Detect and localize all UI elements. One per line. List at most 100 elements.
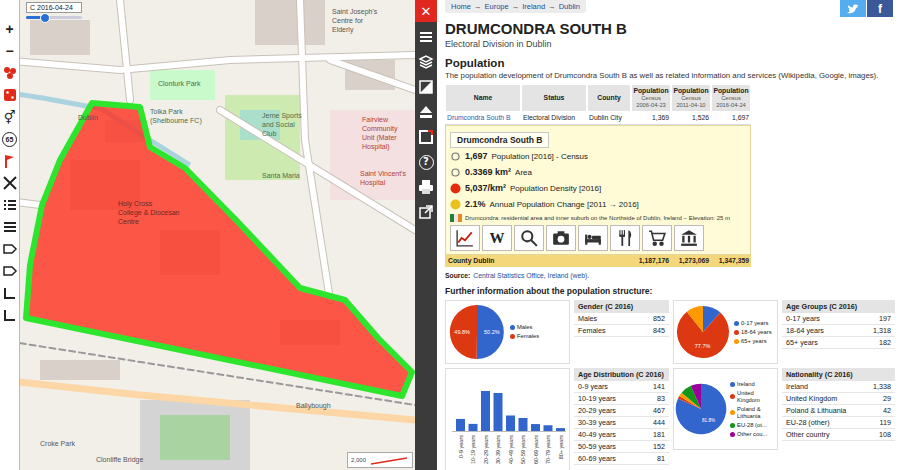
bar[interactable] bbox=[556, 428, 565, 431]
side-tool-button[interactable] bbox=[415, 202, 437, 222]
time-slider[interactable]: C 2016-04-24 bbox=[26, 2, 82, 19]
bar-label: 70-79 years bbox=[545, 435, 551, 464]
bar[interactable] bbox=[469, 424, 478, 431]
map-tool-button[interactable] bbox=[1, 174, 19, 192]
column-header[interactable]: Status bbox=[521, 84, 587, 112]
map-tool-button[interactable] bbox=[1, 306, 19, 324]
pie-slice[interactable] bbox=[687, 306, 703, 332]
service-button[interactable] bbox=[578, 225, 608, 251]
slider-knob[interactable] bbox=[40, 13, 50, 23]
bar-label: 60-69 years bbox=[533, 435, 539, 464]
bar[interactable] bbox=[506, 415, 515, 431]
column-header[interactable]: Name bbox=[445, 84, 521, 112]
row-value: 845 bbox=[653, 325, 665, 336]
map-tool-button[interactable] bbox=[1, 218, 19, 236]
x-axis bbox=[452, 431, 566, 432]
breadcrumb-link[interactable]: Dublin bbox=[559, 2, 580, 11]
column-header[interactable]: County bbox=[587, 84, 631, 112]
column-header[interactable]: PopulationCensus2016-04-24 bbox=[711, 84, 751, 112]
map-tool-button[interactable] bbox=[1, 240, 19, 258]
row-label: 18-64 years bbox=[786, 325, 824, 336]
county-row[interactable]: County Dublin1,187,1761,273,0691,347,359 bbox=[445, 255, 751, 267]
column-header-text: Census bbox=[721, 95, 741, 102]
column-header[interactable]: PopulationCensus2011-04-10 bbox=[671, 84, 711, 112]
detail-card: Drumcondra South B1,697Population [2016]… bbox=[445, 125, 751, 255]
social-buttons: f bbox=[840, 0, 893, 17]
side-tool-button[interactable] bbox=[415, 102, 437, 122]
map-tool-button[interactable]: + bbox=[1, 20, 19, 38]
table-cell: 1,697 bbox=[711, 112, 751, 125]
grid-icon bbox=[2, 87, 18, 103]
age-groups-table: Age Groups (C 2016)0-17 years19718-64 ye… bbox=[782, 300, 895, 349]
service-button[interactable] bbox=[450, 225, 480, 251]
bar[interactable] bbox=[544, 425, 553, 431]
map-label: Saint Joseph'sCentre forElderly bbox=[332, 8, 378, 34]
side-tool-button[interactable] bbox=[415, 27, 437, 47]
map[interactable]: Saint Joseph'sCentre forElderlyClonturk … bbox=[0, 0, 415, 470]
side-tool-button[interactable] bbox=[415, 127, 437, 147]
side-tool-button[interactable] bbox=[415, 177, 437, 197]
row-label: 40-49 years bbox=[578, 429, 616, 440]
map-canvas[interactable]: Saint Joseph'sCentre forElderlyClonturk … bbox=[0, 0, 415, 470]
map-label: Ballybough bbox=[296, 402, 331, 410]
side-tool-button[interactable]: ✕ bbox=[415, 0, 437, 22]
breadcrumb-link[interactable]: Home bbox=[451, 2, 471, 11]
time-label: C 2016-04-24 bbox=[26, 2, 82, 13]
map-tool-button[interactable] bbox=[1, 284, 19, 302]
map-tool-button[interactable] bbox=[1, 64, 19, 82]
bar[interactable] bbox=[519, 418, 528, 431]
map-tool-button[interactable] bbox=[1, 86, 19, 104]
service-button[interactable]: W bbox=[482, 225, 512, 251]
map-tool-button[interactable]: ⚥ bbox=[1, 108, 19, 126]
column-header[interactable]: PopulationCensus2006-04-23 bbox=[631, 84, 671, 112]
twitter-button[interactable] bbox=[840, 0, 866, 17]
table-row[interactable]: Drumcondra South BElectoral DivisionDubl… bbox=[445, 112, 751, 125]
column-header-text: Census bbox=[641, 95, 661, 102]
column-header-text: Census bbox=[681, 95, 701, 102]
map-tool-button[interactable]: − bbox=[1, 42, 19, 60]
service-button[interactable] bbox=[642, 225, 672, 251]
row-value: 197 bbox=[879, 313, 891, 324]
service-button[interactable] bbox=[514, 225, 544, 251]
tag-icon bbox=[2, 241, 18, 257]
row-label: 10-19 years bbox=[578, 393, 616, 404]
breadcrumb-link[interactable]: Europe bbox=[485, 2, 509, 11]
slider-track[interactable] bbox=[26, 16, 82, 19]
facebook-button[interactable]: f bbox=[867, 0, 893, 17]
row-label: 30-39 years bbox=[578, 417, 616, 428]
side-tool-button[interactable] bbox=[415, 77, 437, 97]
service-button[interactable] bbox=[546, 225, 576, 251]
county-value: 1,273,069 bbox=[671, 255, 711, 267]
legend-text: Ireland bbox=[737, 381, 755, 388]
source-link[interactable]: Central Statistics Office, Ireland (web)… bbox=[473, 272, 589, 279]
breadcrumb-separator: → bbox=[474, 2, 482, 11]
pie: 77.7% bbox=[674, 301, 732, 363]
pie-slice[interactable] bbox=[477, 305, 504, 359]
pie-slice[interactable] bbox=[450, 305, 477, 359]
side-tool-button[interactable] bbox=[415, 52, 437, 72]
map-tool-button[interactable] bbox=[1, 152, 19, 170]
bar[interactable] bbox=[456, 419, 465, 431]
table-title: Gender (C 2016) bbox=[574, 300, 669, 313]
breadcrumb-link[interactable]: Ireland bbox=[522, 2, 545, 11]
pie-slice[interactable] bbox=[676, 384, 727, 435]
legend-text: United Kingdom bbox=[737, 390, 777, 404]
nationality-table: Nationality (C 2016)Ireland1,338United K… bbox=[782, 368, 895, 441]
bar[interactable] bbox=[531, 424, 540, 431]
service-button[interactable] bbox=[610, 225, 640, 251]
map-tool-button[interactable] bbox=[1, 196, 19, 214]
chart-icon bbox=[456, 229, 474, 247]
bar[interactable] bbox=[481, 391, 490, 431]
row-label: 50-59 years bbox=[578, 441, 616, 452]
bar[interactable] bbox=[494, 393, 503, 431]
district-polygon[interactable] bbox=[26, 103, 412, 396]
pie-slice[interactable] bbox=[691, 384, 701, 409]
map-tool-button[interactable] bbox=[1, 262, 19, 280]
column-header-text: Population bbox=[713, 87, 748, 95]
legend-swatch bbox=[510, 325, 515, 330]
column-header-text: 2011-04-10 bbox=[676, 102, 705, 109]
map-tool-button[interactable]: 65 bbox=[1, 130, 19, 148]
service-button[interactable] bbox=[674, 225, 704, 251]
fact-label: Population [2016] - Census bbox=[492, 152, 589, 161]
side-tool-button[interactable]: ? bbox=[415, 152, 437, 172]
